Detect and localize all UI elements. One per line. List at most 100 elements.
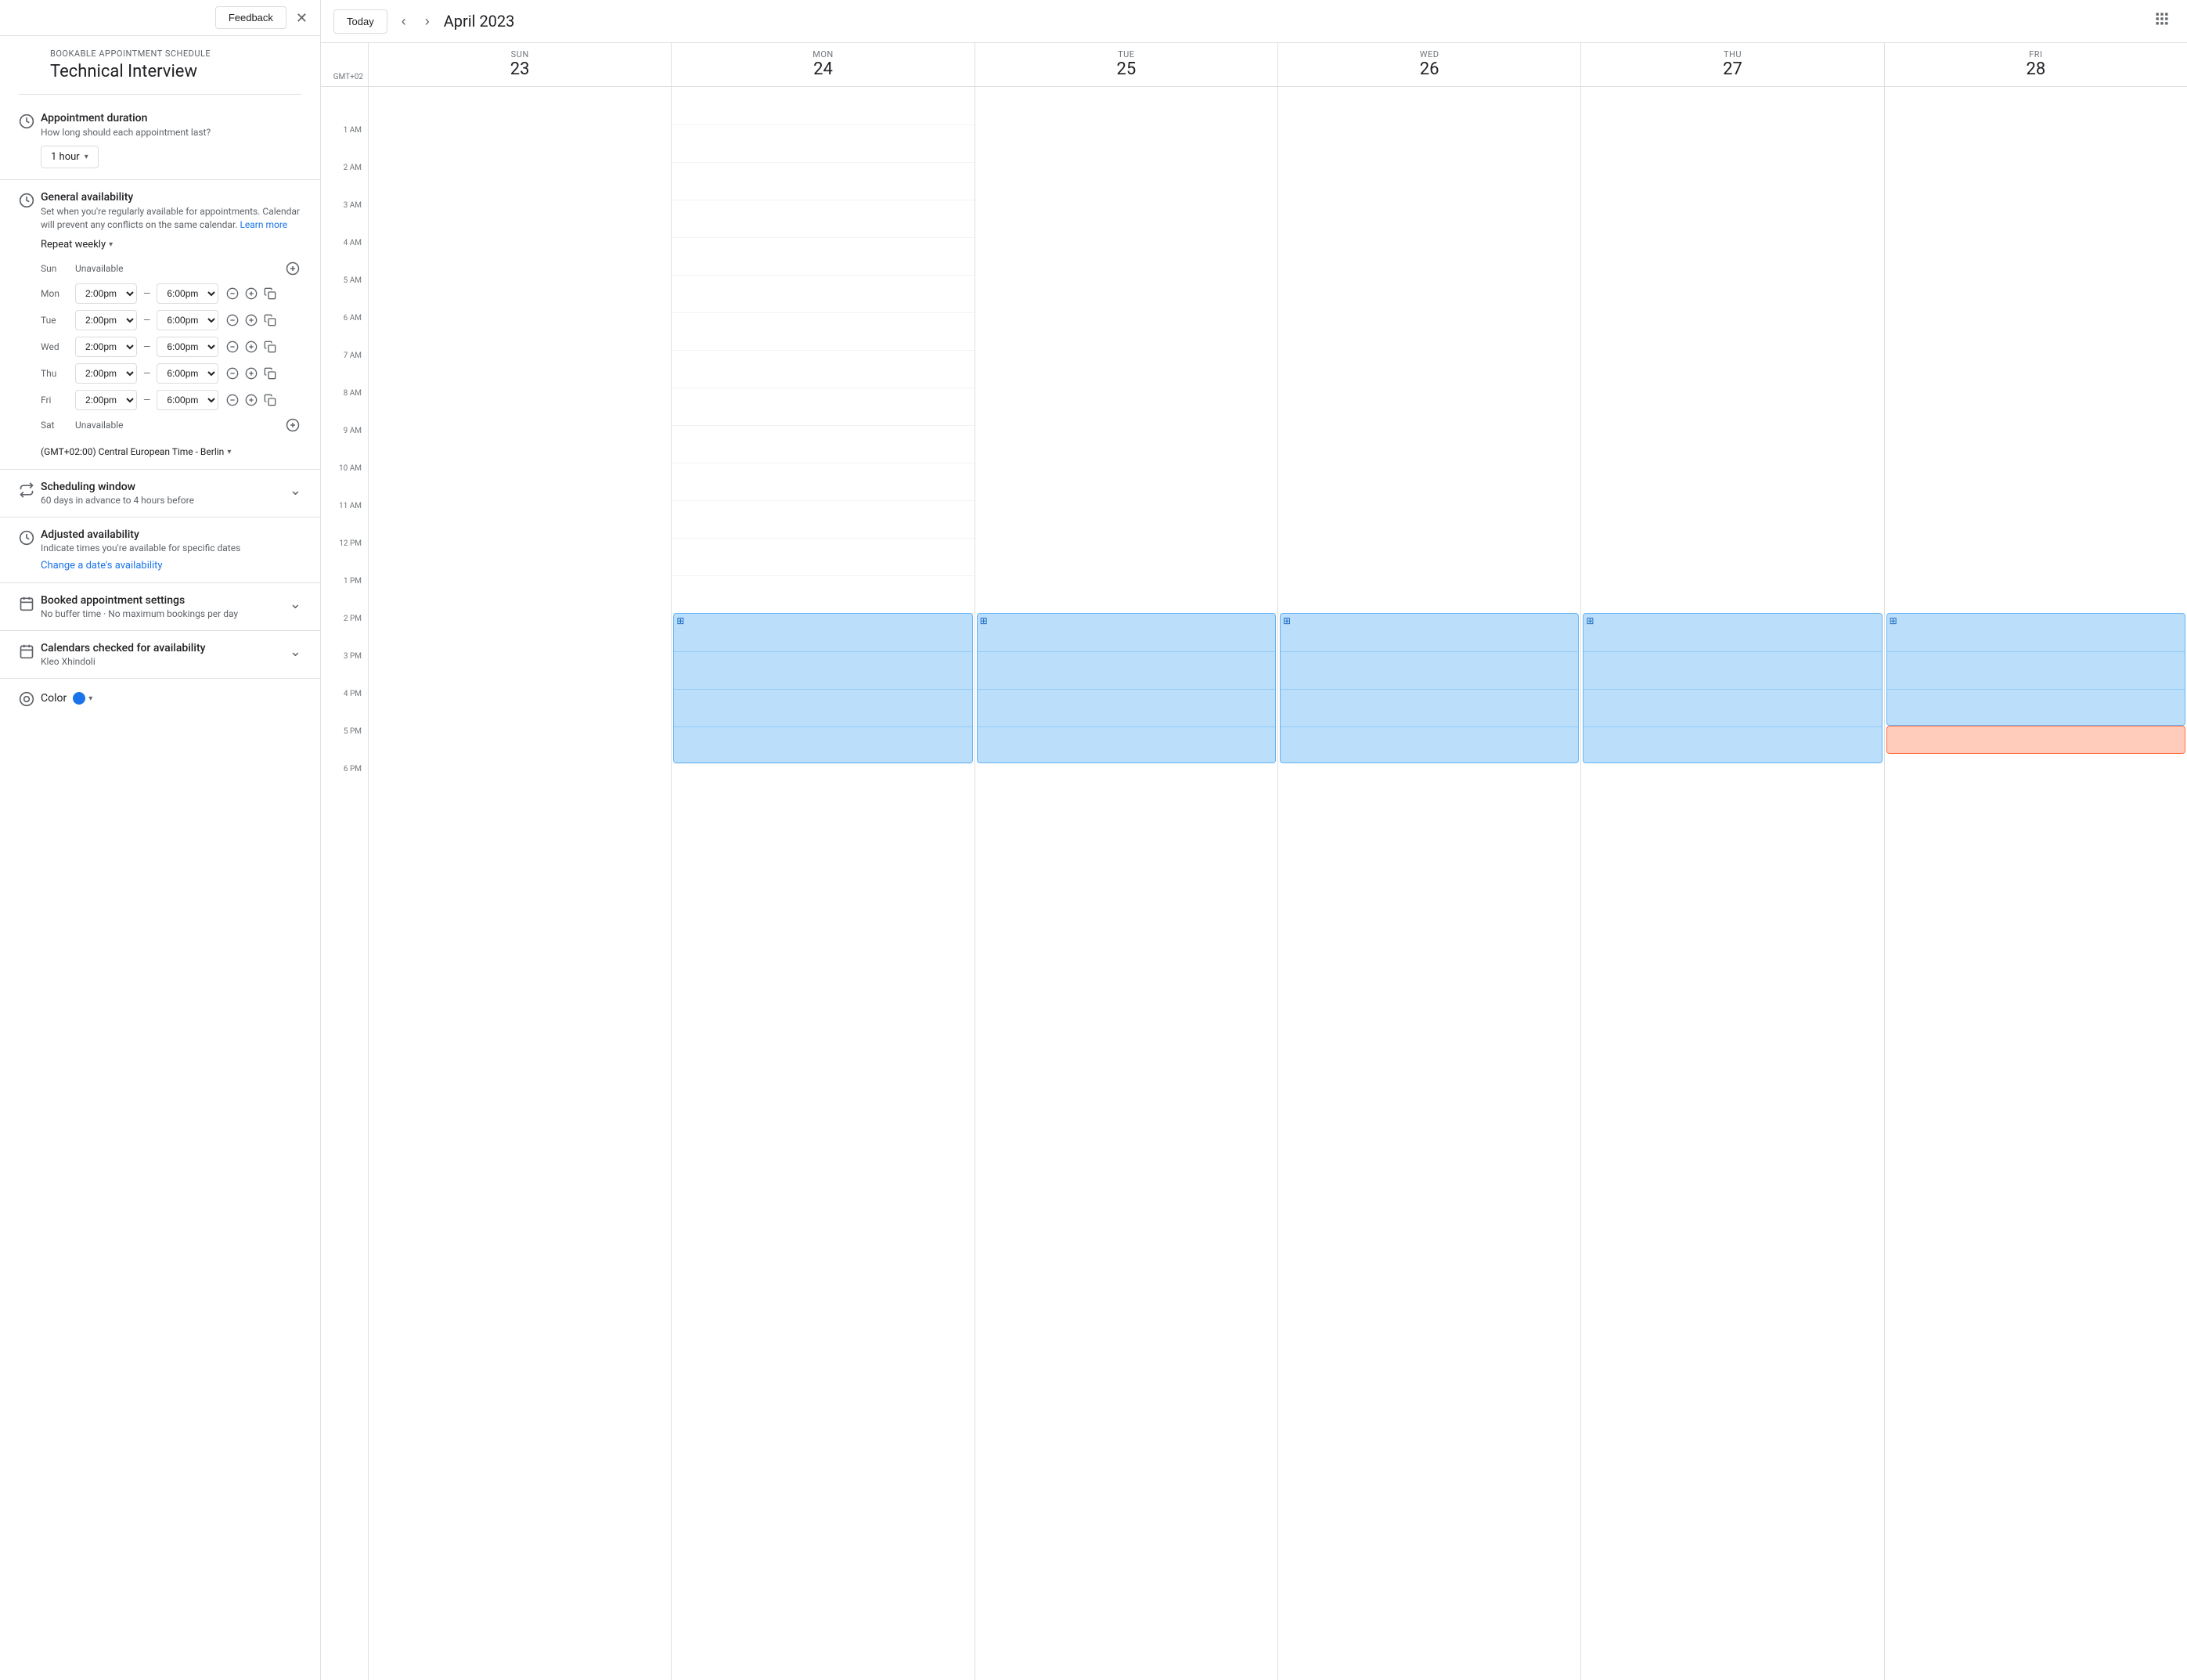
day-number-mon: 24 [675,59,971,80]
wed-appt-block[interactable]: ⊞ [1280,613,1579,763]
today-button[interactable]: Today [333,9,387,34]
thu-end-time[interactable]: 6:00pm [157,363,218,384]
repeat-weekly-arrow-icon: ▾ [109,240,113,249]
day-col-thu: ⊞ [1580,87,1883,1680]
prev-nav-button[interactable]: ‹ [397,9,411,34]
day-header-mon: MON 24 [671,43,974,86]
duration-dropdown[interactable]: 1 hour ▾ [41,146,99,168]
fri-add-btn[interactable] [243,392,259,408]
time-label-2pm: 2 PM [321,613,368,651]
wed-copy-btn[interactable] [262,339,278,355]
appointment-duration-subtitle: How long should each appointment last? [41,126,301,139]
fri-start-time[interactable]: 2:00pm [75,390,137,410]
tue-appt-icon: ⊞ [980,615,988,626]
mon-appt-icon: ⊞ [676,615,684,626]
tue-add-btn[interactable] [243,312,259,328]
avail-row-sun: Sun Unavailable [41,260,301,277]
avail-row-thu: Thu 2:00pm — 6:00pm [41,363,301,384]
close-button[interactable]: ✕ [293,8,311,28]
tue-copy-btn[interactable] [262,312,278,328]
day-label-fri: Fri [41,395,69,406]
fri-appt-block-orange[interactable] [1886,726,2185,754]
mon-add-btn[interactable] [243,286,259,301]
wed-add-btn[interactable] [243,339,259,355]
wed-start-time[interactable]: 2:00pm [75,337,137,357]
fri-remove-btn[interactable] [225,392,240,408]
thu-appt-block[interactable]: ⊞ [1583,613,1882,763]
mon-start-time[interactable]: 2:00pm [75,283,137,304]
booked-settings-subtitle: No buffer time · No maximum bookings per… [41,608,290,619]
calendars-subtitle: Kleo Xhindoli [41,656,290,667]
time-label-3am: 3 AM [321,200,368,237]
calendar-days-header: GMT+02 SUN 23 MON 24 TUE 25 WED 26 THU 2… [321,43,2187,87]
time-label-4pm: 4 PM [321,688,368,726]
time-label-1pm: 1 PM [321,575,368,613]
time-label-2am: 2 AM [321,162,368,200]
time-label-0 [321,87,368,124]
mon-remove-btn[interactable] [225,286,240,301]
adjusted-availability-section: Adjusted availability Indicate times you… [0,517,320,582]
tue-end-time[interactable]: 6:00pm [157,310,218,330]
bookable-label: BOOKABLE APPOINTMENT SCHEDULE [50,49,301,59]
day-number-thu: 27 [1584,59,1880,80]
general-availability-title: General availability [41,191,301,204]
wed-remove-btn[interactable] [225,339,240,355]
tue-start-time[interactable]: 2:00pm [75,310,137,330]
day-label-tue: Tue [41,315,69,326]
grid-view-button[interactable] [2149,6,2174,36]
time-label-7am: 7 AM [321,350,368,388]
day-number-wed: 26 [1281,59,1577,80]
feedback-button[interactable]: Feedback [215,6,286,29]
tue-remove-btn[interactable] [225,312,240,328]
thu-add-btn[interactable] [243,366,259,381]
clock-icon [13,112,41,129]
timezone-label: GMT+02 [321,43,368,86]
appointment-duration-content: Appointment duration How long should eac… [41,112,301,168]
repeat-weekly-label: Repeat weekly [41,239,106,251]
timezone-dropdown[interactable]: (GMT+02:00) Central European Time - Berl… [41,446,231,457]
day-label-sun: Sun [41,263,69,274]
thu-appt-icon: ⊞ [1586,615,1594,626]
wed-end-time[interactable]: 6:00pm [157,337,218,357]
calendar-title: April 2023 [444,12,2140,31]
calendars-section[interactable]: Calendars checked for availability Kleo … [0,630,320,678]
day-label-thu: Thu [41,368,69,379]
scheduling-window-title: Scheduling window [41,481,290,493]
day-name-fri: FRI [1888,49,2184,59]
duration-arrow-icon: ▾ [85,153,88,161]
repeat-weekly-dropdown[interactable]: Repeat weekly ▾ [41,239,113,251]
thu-remove-btn[interactable] [225,366,240,381]
learn-more-link[interactable]: Learn more [240,219,287,230]
day-header-wed: WED 26 [1277,43,1580,86]
mon-end-time[interactable]: 6:00pm [157,283,218,304]
day-name-wed: WED [1281,49,1577,59]
scheduling-window-section[interactable]: Scheduling window 60 days in advance to … [0,469,320,517]
mon-copy-btn[interactable] [262,286,278,301]
tue-appt-block[interactable]: ⊞ [977,613,1276,763]
day-label-sat: Sat [41,420,69,431]
mon-appt-block[interactable]: ⊞ [673,613,972,763]
time-label-1am: 1 AM [321,124,368,162]
time-label-3pm: 3 PM [321,651,368,688]
feedback-bar: Feedback ✕ [0,0,320,36]
calendar-body: GMT+02 SUN 23 MON 24 TUE 25 WED 26 THU 2… [321,43,2187,1680]
fri-appt-block-blue[interactable]: ⊞ [1886,613,2185,726]
avail-row-sat: Sat Unavailable [41,416,301,434]
day-label-wed: Wed [41,341,69,352]
color-label: Color [41,692,67,705]
sun-add-btn[interactable] [284,260,301,277]
wed-appt-icon: ⊞ [1283,615,1291,626]
day-name-thu: THU [1584,49,1880,59]
booked-settings-icon [13,594,41,611]
fri-copy-btn[interactable] [262,392,278,408]
next-nav-button[interactable]: › [420,9,434,34]
booked-settings-section[interactable]: Booked appointment settings No buffer ti… [0,582,320,630]
thu-copy-btn[interactable] [262,366,278,381]
fri-end-time[interactable]: 6:00pm [157,390,218,410]
day-number-fri: 28 [1888,59,2184,80]
change-date-link[interactable]: Change a date's availability [41,560,301,571]
sat-add-btn[interactable] [284,416,301,434]
time-column: 1 AM 2 AM 3 AM 4 AM 5 AM 6 AM 7 AM 8 AM … [321,87,368,1680]
thu-start-time[interactable]: 2:00pm [75,363,137,384]
day-col-wed: ⊞ [1277,87,1580,1680]
